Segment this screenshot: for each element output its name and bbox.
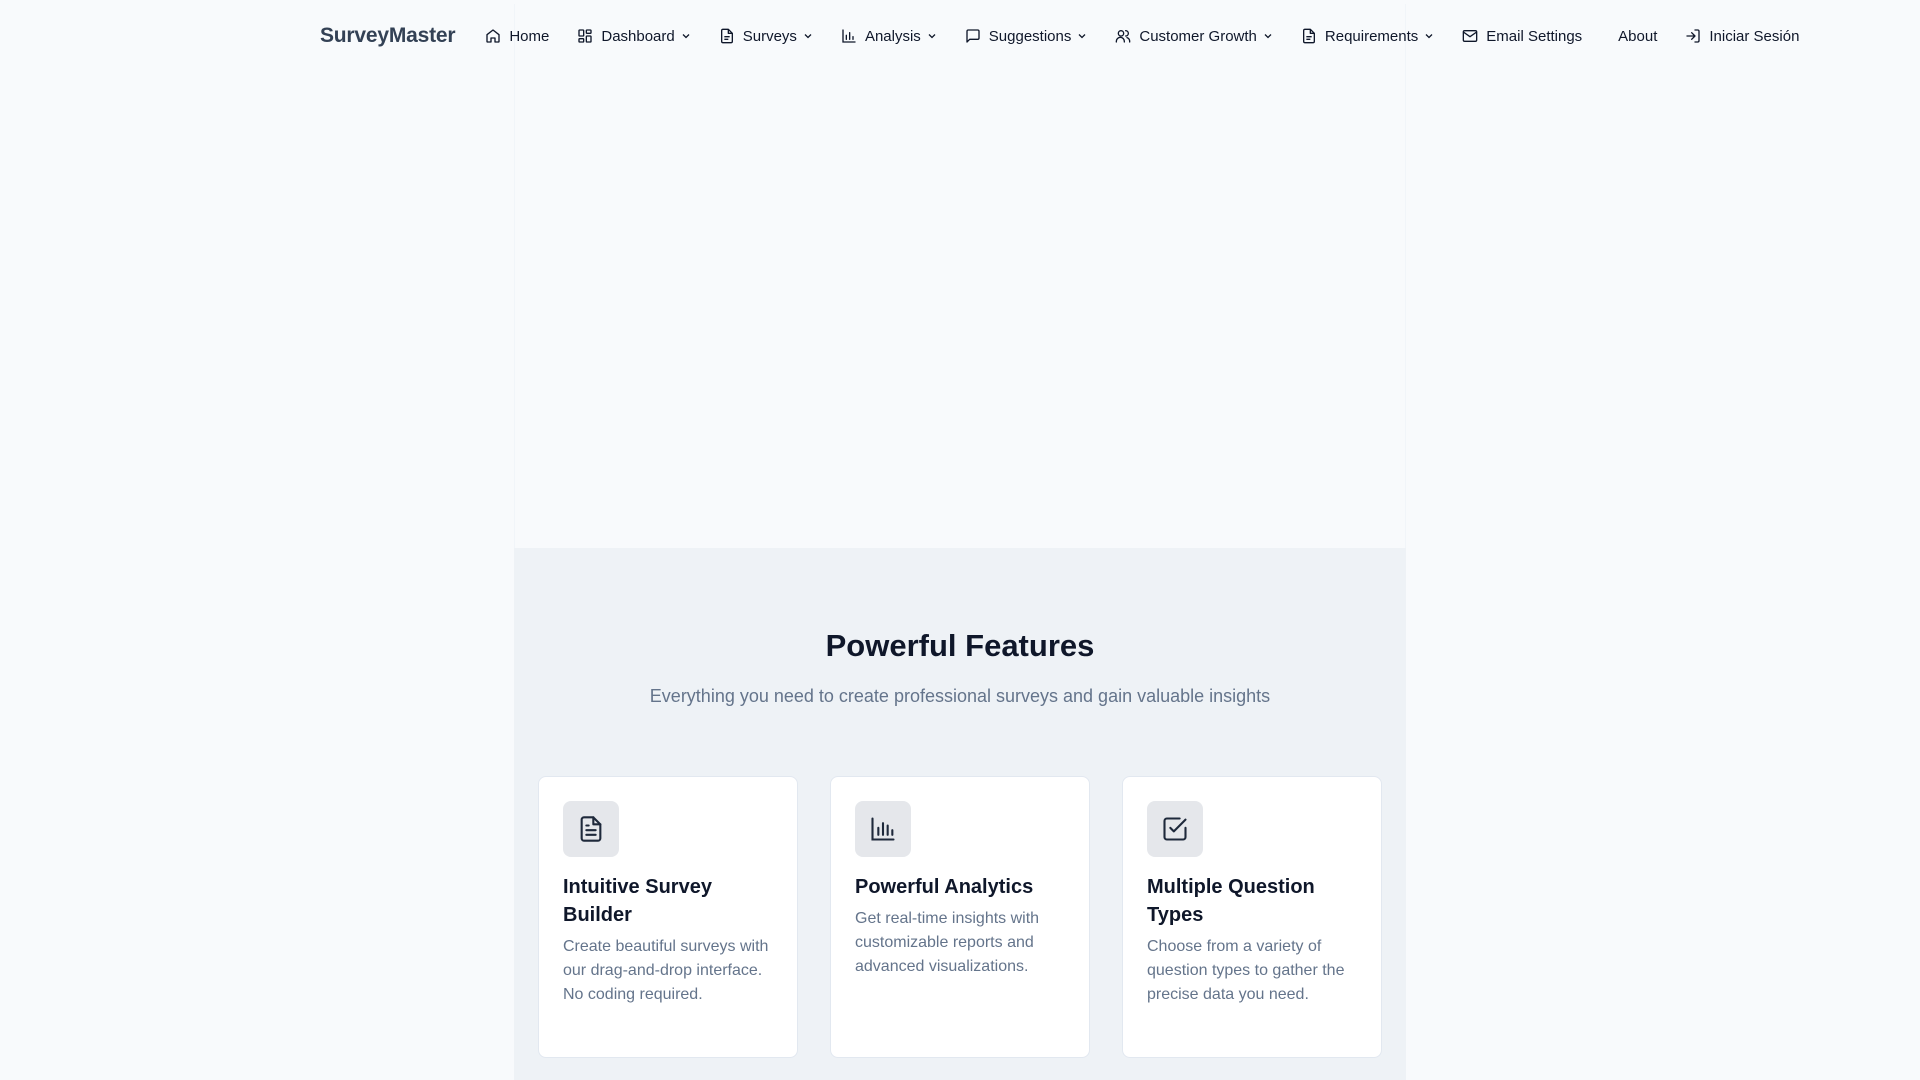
nav-login[interactable]: Iniciar Sesión [1671, 16, 1813, 56]
nav-suggestions[interactable]: Suggestions [951, 16, 1102, 56]
feature-card-description: Choose from a variety of question types … [1147, 938, 1345, 1003]
feature-card-question-types: Multiple Question Types Choose from a va… [1122, 776, 1382, 1058]
home-icon [485, 28, 501, 44]
nav-suggestions-label: Suggestions [988, 27, 1072, 45]
nav-home-label: Home [509, 27, 550, 45]
feature-card-analytics: Powerful Analytics Get real-time insight… [830, 776, 1090, 1058]
bar-chart-icon [841, 28, 857, 44]
feature-card-title: Intuitive Survey Builder [563, 876, 712, 926]
nav-customer-growth-label: Customer Growth [1139, 27, 1257, 45]
nav-analysis[interactable]: Analysis [827, 16, 951, 56]
chevron-down-icon [803, 31, 813, 41]
features-section: Powerful Features Everything you need to… [514, 548, 1406, 1080]
features-subtitle: Everything you need to create profession… [649, 686, 1271, 706]
chevron-down-icon [681, 31, 691, 41]
nav-email-settings[interactable]: Email Settings [1448, 16, 1596, 56]
hero-section [514, 4, 1406, 548]
main-nav: Home Dashboard Surveys Analysis Suggesti… [471, 16, 1813, 56]
nav-login-label: Iniciar Sesión [1709, 27, 1800, 45]
users-icon [1115, 28, 1131, 44]
nav-email-settings-label: Email Settings [1486, 27, 1583, 45]
brand-logo[interactable]: SurveyMaster [320, 24, 456, 48]
check-square-icon [1147, 801, 1203, 857]
feature-card-title: Powerful Analytics [855, 876, 1034, 898]
mail-icon [1462, 28, 1478, 44]
nav-requirements-label: Requirements [1324, 27, 1419, 45]
nav-surveys-label: Surveys [742, 27, 797, 45]
nav-customer-growth[interactable]: Customer Growth [1101, 16, 1287, 56]
chevron-down-icon [1263, 31, 1273, 41]
nav-requirements[interactable]: Requirements [1287, 16, 1448, 56]
feature-card-title: Multiple Question Types [1147, 876, 1315, 926]
nav-about[interactable]: About [1596, 16, 1671, 56]
nav-dashboard[interactable]: Dashboard [563, 16, 704, 56]
bar-chart-icon [855, 801, 911, 857]
nav-home[interactable]: Home [471, 16, 563, 56]
document-icon [563, 801, 619, 857]
nav-surveys[interactable]: Surveys [705, 16, 827, 56]
feature-card-description: Get real-time insights with customizable… [855, 910, 1040, 975]
grid-icon [577, 28, 593, 44]
chevron-down-icon [927, 31, 937, 41]
feature-card-survey-builder: Intuitive Survey Builder Create beautifu… [538, 776, 798, 1058]
features-title: Powerful Features [825, 628, 1095, 663]
log-in-icon [1685, 28, 1701, 44]
top-navigation: SurveyMaster Home Dashboard Surveys Anal… [0, 0, 1920, 72]
nav-dashboard-label: Dashboard [601, 27, 675, 45]
main-content: Powerful Features Everything you need to… [514, 4, 1406, 1080]
nav-about-label: About [1618, 27, 1658, 45]
document-icon [1301, 28, 1317, 44]
document-icon [719, 28, 735, 44]
nav-analysis-label: Analysis [864, 27, 921, 45]
feature-card-description: Create beautiful surveys with our drag-a… [563, 938, 769, 1003]
message-icon [965, 28, 981, 44]
chevron-down-icon [1424, 31, 1434, 41]
chevron-down-icon [1077, 31, 1087, 41]
